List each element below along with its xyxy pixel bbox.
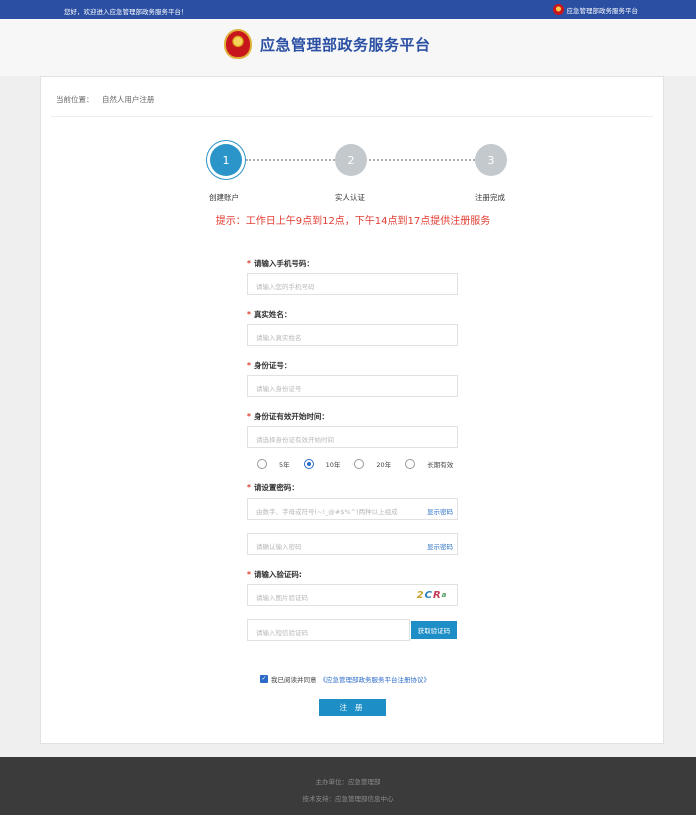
agreement-link[interactable]: 《应急管理部政务服务平台注册协议》 [320, 674, 431, 684]
radio-button-selected[interactable] [303, 459, 314, 469]
top-bar: 您好，欢迎进入应急管理部政务服务平台！ 应急管理部政务服务平台 [0, 0, 696, 19]
password-confirm-input[interactable] [248, 537, 457, 557]
step-connector [246, 159, 335, 161]
divider [51, 116, 653, 117]
captcha-label: * 请输入验证码: [247, 570, 302, 579]
name-input[interactable] [248, 328, 457, 348]
sms-code-input[interactable] [248, 623, 409, 643]
breadcrumb: 当前位置： 自然人用户注册 [56, 94, 154, 105]
captcha-image[interactable]: 2CRa [410, 587, 454, 603]
breadcrumb-current: 自然人用户注册 [101, 95, 155, 104]
national-emblem-icon [224, 29, 252, 59]
show-password-confirm-toggle[interactable]: 显示密码 [427, 541, 453, 551]
step-1-circle: 1 [210, 144, 242, 176]
site-logo[interactable]: 应急管理部政务服务平台 [224, 29, 431, 59]
password-confirm-field[interactable]: 显示密码 [247, 533, 458, 557]
step-connector [369, 159, 475, 161]
sms-code-field[interactable] [247, 619, 410, 643]
id-start-date-picker[interactable] [248, 430, 457, 450]
step-1-label: 创建账户 [209, 193, 239, 202]
top-platform-label: 应急管理部政务服务平台 [566, 6, 639, 15]
password-field[interactable]: 显示密码 [247, 498, 458, 522]
national-emblem-icon [552, 4, 564, 15]
validity-radio-group: 5年 10年 20年 长期有效 [257, 459, 467, 469]
step-3-label: 注册完成 [475, 193, 505, 202]
footer-sponsor: 主办单位：应急管理部 [315, 778, 381, 786]
welcome-text: 您好，欢迎进入应急管理部政务服务平台！ [64, 8, 188, 16]
validity-option-10y[interactable]: 10年 [303, 459, 340, 469]
radio-button[interactable] [354, 459, 365, 469]
breadcrumb-label: 当前位置： [56, 95, 94, 104]
step-2-label: 实人认证 [335, 193, 365, 202]
phone-label: * 请输入手机号码： [247, 259, 314, 268]
name-label: * 真实姓名： [247, 310, 292, 319]
radio-button[interactable] [405, 459, 416, 469]
site-header: 应急管理部政务服务平台 [0, 19, 696, 76]
site-footer: 主办单位：应急管理部 技术支持：应急管理部信息中心 [0, 757, 696, 815]
service-hours-notice: 提示：工作日上午9点到12点，下午14点到17点提供注册服务 [215, 216, 491, 227]
site-title: 应急管理部政务服务平台 [260, 35, 431, 54]
radio-button[interactable] [257, 459, 267, 469]
step-2-circle: 2 [335, 144, 367, 176]
phone-input[interactable] [248, 277, 457, 297]
registration-card: 当前位置： 自然人用户注册 1 2 3 创建账户 实人认证 注册完成 提示：工作… [40, 76, 664, 744]
get-sms-code-button[interactable]: 获取验证码 [411, 621, 457, 639]
agreement-text: 我已阅读并同意 [271, 676, 317, 684]
validity-option-20y[interactable]: 20年 [354, 459, 391, 469]
register-button[interactable]: 注 册 [319, 699, 386, 716]
id-number-input[interactable] [248, 379, 457, 399]
password-label: * 请设置密码： [247, 483, 299, 492]
password-input[interactable] [248, 502, 457, 522]
phone-field[interactable] [247, 273, 458, 297]
show-password-toggle[interactable]: 显示密码 [427, 506, 453, 516]
id-start-field[interactable] [247, 426, 458, 450]
id-number-label: * 身份证号： [247, 361, 292, 370]
agreement-checkbox[interactable]: ✓ [260, 675, 268, 683]
name-field[interactable] [247, 324, 458, 348]
step-3-circle: 3 [475, 144, 507, 176]
footer-support: 技术支持：应急管理部信息中心 [302, 795, 394, 803]
agreement-row: ✓ 我已阅读并同意 《应急管理部政务服务平台注册协议》 [260, 674, 430, 684]
captcha-field[interactable]: 2CRa [247, 584, 458, 608]
id-start-label: * 身份证有效开始时间： [247, 412, 329, 421]
top-platform-link[interactable]: 应急管理部政务服务平台 [552, 4, 639, 15]
validity-option-long-term[interactable]: 长期有效 [405, 459, 453, 469]
id-number-field[interactable] [247, 375, 458, 399]
validity-option-5y[interactable]: 5年 [257, 459, 290, 469]
